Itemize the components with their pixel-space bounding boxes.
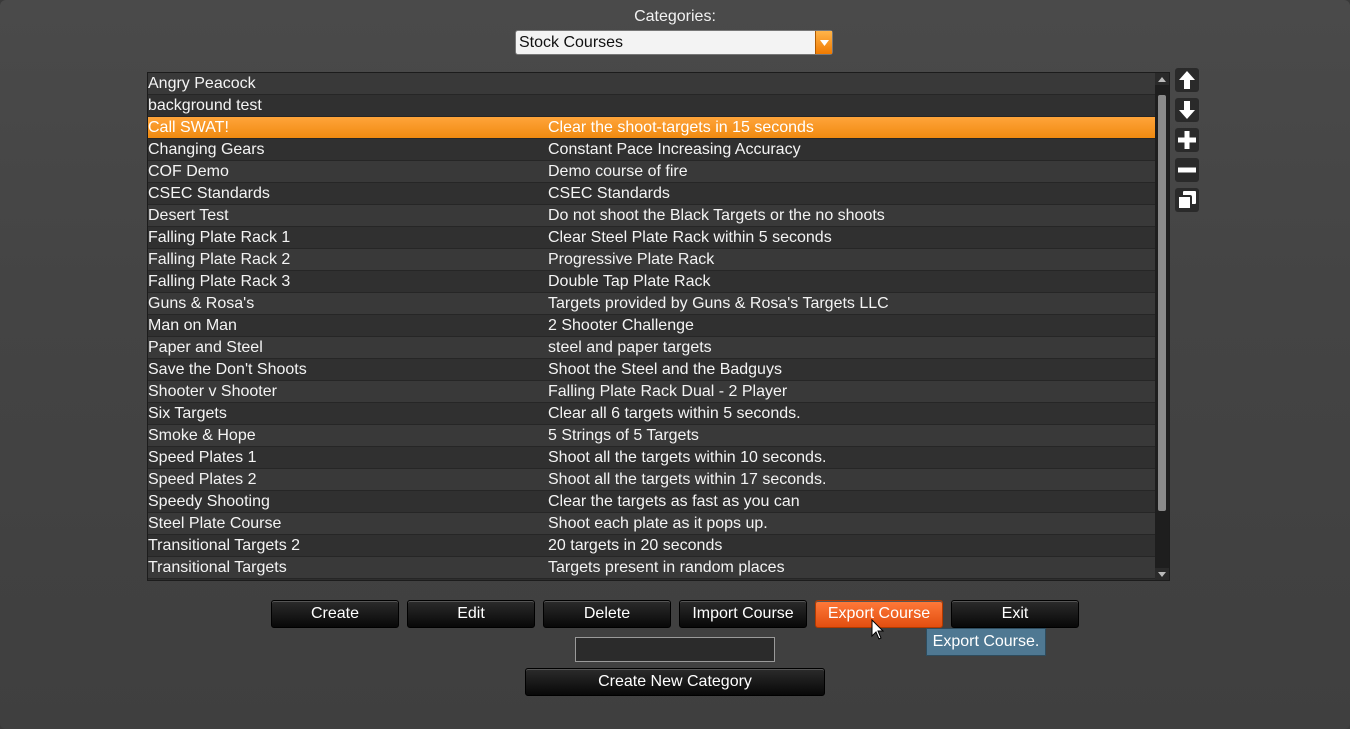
- course-name: Falling Plate Rack 3: [148, 272, 291, 290]
- create-new-category-button[interactable]: Create New Category: [525, 668, 825, 696]
- table-row[interactable]: Speedy Shooting Clear the targets as fast…: [148, 491, 1156, 513]
- course-name: Speed Plates 2: [148, 470, 257, 488]
- scrollbar-thumb[interactable]: [1158, 95, 1166, 511]
- table-row[interactable]: Desert Test Do not shoot the Black Target…: [148, 205, 1156, 227]
- table-row[interactable]: Steel Plate Course Shoot each plate as it…: [148, 513, 1156, 535]
- course-description: 20 targets in 20 seconds: [548, 536, 723, 554]
- course-description: Progressive Plate Rack: [548, 250, 715, 268]
- table-row[interactable]: Falling Plate Rack 1 Clear Steel Plate Ra…: [148, 227, 1156, 249]
- table-row[interactable]: Paper and Steel steel and paper targets: [148, 337, 1156, 359]
- table-row[interactable]: Save the Don't Shoots Shoot the Steel and…: [148, 359, 1156, 381]
- exit-button[interactable]: Exit: [951, 600, 1079, 628]
- course-manager-window: Categories: Stock Courses Angry Peacock b…: [0, 0, 1350, 729]
- course-name: Guns & Rosa's: [148, 294, 255, 312]
- move-up-button[interactable]: [1175, 68, 1199, 92]
- course-name: Transitional Targets: [148, 558, 287, 576]
- course-description: CSEC Standards: [548, 184, 670, 202]
- table-row[interactable]: Speed Plates 2 Shoot all the targets with…: [148, 469, 1156, 491]
- new-category-input[interactable]: [575, 637, 775, 662]
- mouse-cursor-icon: [871, 619, 885, 640]
- course-description: Demo course of fire: [548, 162, 688, 180]
- import-course-button[interactable]: Import Course: [679, 600, 807, 628]
- table-row[interactable]: Man on Man 2 Shooter Challenge: [148, 315, 1156, 337]
- course-list[interactable]: Angry Peacock background test Call SWAT! Cl…: [147, 72, 1170, 581]
- course-description: 5 Strings of 5 Targets: [548, 426, 699, 444]
- chevron-down-icon[interactable]: [815, 31, 832, 54]
- course-description: Targets provided by Guns & Rosa's Target…: [548, 294, 889, 312]
- course-name: Changing Gears: [148, 140, 265, 158]
- course-description: Do not shoot the Black Targets or the no…: [548, 206, 885, 224]
- course-name: Shooter v Shooter: [148, 382, 277, 400]
- copy-icon: [1177, 191, 1196, 210]
- table-row[interactable]: Smoke & Hope 5 Strings of 5 Targets: [148, 425, 1156, 447]
- table-row[interactable]: Transitional Targets 2 20 targets in 20 s…: [148, 535, 1156, 557]
- table-row[interactable]: Changing Gears Constant Pace Increasing A…: [148, 139, 1156, 161]
- course-description: Shoot all the targets within 10 seconds.: [548, 448, 827, 466]
- add-button[interactable]: [1175, 128, 1199, 152]
- course-description: Shoot all the targets within 17 seconds.: [548, 470, 827, 488]
- table-row[interactable]: Angry Peacock: [148, 73, 1156, 95]
- course-description: Clear the targets as fast as you can: [548, 492, 800, 510]
- table-row[interactable]: COF Demo Demo course of fire: [148, 161, 1156, 183]
- course-description: Targets present in random places: [548, 558, 785, 576]
- move-down-button[interactable]: [1175, 98, 1199, 122]
- table-row[interactable]: Transitional Targets Targets present in r…: [148, 557, 1156, 579]
- duplicate-button[interactable]: [1175, 188, 1199, 212]
- course-name: Transitional Targets 2: [148, 536, 301, 554]
- course-description: Double Tap Plate Rack: [548, 272, 711, 290]
- course-description: steel and paper targets: [548, 338, 712, 356]
- export-tooltip: Export Course.: [926, 628, 1046, 656]
- course-name: Desert Test: [148, 206, 229, 224]
- course-name: Six Targets: [148, 404, 227, 422]
- scroll-up-icon[interactable]: [1155, 73, 1169, 85]
- course-name: Angry Peacock: [148, 74, 256, 92]
- course-name: Falling Plate Rack 1: [148, 228, 291, 246]
- table-row[interactable]: Guns & Rosa's Targets provided by Guns & …: [148, 293, 1156, 315]
- course-name: COF Demo: [148, 162, 229, 180]
- course-name: Speed Plates 1: [148, 448, 257, 466]
- course-name: Steel Plate Course: [148, 514, 282, 532]
- scroll-down-icon[interactable]: [1155, 568, 1169, 580]
- table-row[interactable]: Falling Plate Rack 2 Progressive Plate Ra…: [148, 249, 1156, 271]
- course-description: Clear Steel Plate Rack within 5 seconds: [548, 228, 832, 246]
- list-scrollbar[interactable]: [1155, 73, 1169, 580]
- minus-icon: [1178, 167, 1196, 173]
- course-name: background test: [148, 96, 262, 114]
- course-name: CSEC Standards: [148, 184, 270, 202]
- create-button[interactable]: Create: [271, 600, 399, 628]
- course-name: Speedy Shooting: [148, 492, 270, 510]
- arrow-down-icon: [1179, 101, 1195, 119]
- table-row[interactable]: Shooter v Shooter Falling Plate Rack Dual…: [148, 381, 1156, 403]
- course-rows: Angry Peacock background test Call SWAT! Cl…: [148, 73, 1156, 579]
- delete-button[interactable]: Delete: [543, 600, 671, 628]
- categories-label: Categories:: [634, 8, 716, 25]
- course-name: Smoke & Hope: [148, 426, 256, 444]
- course-name: Man on Man: [148, 316, 237, 334]
- course-description: Clear all 6 targets within 5 seconds.: [548, 404, 801, 422]
- remove-button[interactable]: [1175, 158, 1199, 182]
- side-toolbar: [1175, 68, 1199, 218]
- course-description: Clear the shoot-targets in 15 seconds: [548, 118, 814, 136]
- table-row[interactable]: CSEC Standards CSEC Standards: [148, 183, 1156, 205]
- course-description: Shoot the Steel and the Badguys: [548, 360, 782, 378]
- course-name: Falling Plate Rack 2: [148, 250, 291, 268]
- course-name: Call SWAT!: [148, 118, 229, 136]
- category-dropdown-value: Stock Courses: [519, 33, 624, 51]
- course-name: Paper and Steel: [148, 338, 263, 356]
- table-row[interactable]: background test: [148, 95, 1156, 117]
- course-description: Falling Plate Rack Dual - 2 Player: [548, 382, 788, 400]
- table-row[interactable]: Falling Plate Rack 3 Double Tap Plate Rac…: [148, 271, 1156, 293]
- plus-icon: [1178, 131, 1196, 149]
- edit-button[interactable]: Edit: [407, 600, 535, 628]
- course-description: 2 Shooter Challenge: [548, 316, 694, 334]
- category-dropdown[interactable]: Stock Courses: [515, 30, 833, 55]
- table-row[interactable]: Speed Plates 1 Shoot all the targets with…: [148, 447, 1156, 469]
- course-description: Constant Pace Increasing Accuracy: [548, 140, 801, 158]
- table-row[interactable]: Six Targets Clear all 6 targets within 5 …: [148, 403, 1156, 425]
- course-description: Shoot each plate as it pops up.: [548, 514, 768, 532]
- course-name: Save the Don't Shoots: [148, 360, 307, 378]
- arrow-up-icon: [1179, 71, 1195, 89]
- table-row[interactable]: Call SWAT! Clear the shoot-targets in 15 …: [148, 117, 1156, 139]
